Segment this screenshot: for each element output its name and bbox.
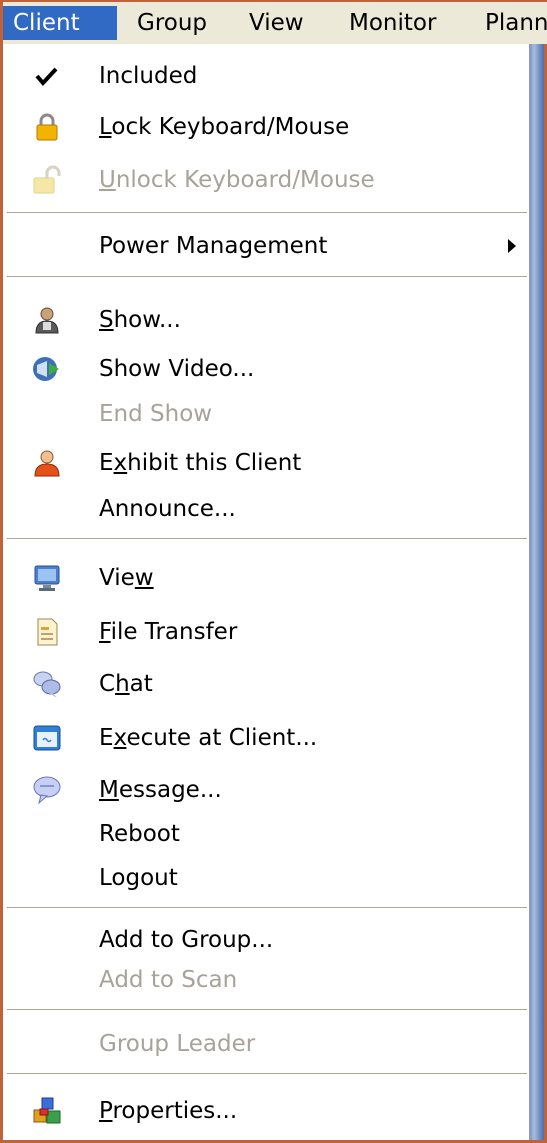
menu-item-view[interactable]: View <box>3 556 530 600</box>
menu-item-label: Group Leader <box>99 1031 256 1057</box>
menu-separator <box>7 276 527 278</box>
padlock-icon <box>31 111 63 143</box>
menu-item-logout[interactable]: Logout <box>3 856 530 900</box>
menu-planner[interactable]: Plann <box>475 6 547 40</box>
menu-item-label: Add to Group... <box>99 927 274 953</box>
menu-item-label: Properties... <box>99 1098 238 1124</box>
menu-item-label: Exhibit this Client <box>99 450 302 476</box>
menu-item-end-show: End Show <box>3 392 530 436</box>
menu-item-label: Lock Keyboard/Mouse <box>99 114 350 140</box>
background-window-edge <box>530 44 544 1140</box>
menu-item-group-leader: Group Leader <box>3 1022 530 1066</box>
menu-item-label: Unlock Keyboard/Mouse <box>99 167 375 193</box>
menu-item-label: Power Management <box>99 233 328 259</box>
menu-item-unlock-keyboard-mouse: Unlock Keyboard/Mouse <box>3 158 530 202</box>
menu-group[interactable]: Group <box>127 6 217 40</box>
menu-monitor[interactable]: Monitor <box>339 6 446 40</box>
menu-item-show[interactable]: Show... <box>3 298 530 342</box>
menu-item-label: Add to Scan <box>99 967 238 993</box>
menu-bar: Client Group View Monitor Plann <box>3 0 547 44</box>
monitor-icon <box>31 562 63 594</box>
menu-separator <box>7 538 527 540</box>
menu-item-included[interactable]: Included <box>3 54 530 98</box>
chat-bubbles-icon <box>31 668 63 700</box>
menu-item-label: Execute at Client... <box>99 725 318 751</box>
menu-item-label: Message... <box>99 777 222 803</box>
menu-item-file-transfer[interactable]: File Transfer <box>3 610 530 654</box>
unlocked-padlock-icon <box>31 164 63 196</box>
menu-item-label: Announce... <box>99 496 236 522</box>
client-dropdown-menu: Included Lock Keyboard/Mouse Unlock Keyb… <box>3 44 530 1140</box>
menu-item-execute-at-client[interactable]: Execute at Client... <box>3 716 530 760</box>
menu-item-label: Show... <box>99 307 181 333</box>
menu-item-label: Show Video... <box>99 356 255 382</box>
menu-separator <box>7 907 527 909</box>
menu-item-message[interactable]: Message... <box>3 768 530 812</box>
menu-item-add-to-scan: Add to Scan <box>3 958 530 1002</box>
video-icon <box>31 353 63 385</box>
menu-item-power-management[interactable]: Power Management <box>3 224 530 268</box>
menu-separator <box>7 1009 527 1011</box>
menu-item-label: Reboot <box>99 821 180 847</box>
document-icon <box>31 616 63 648</box>
menu-item-add-to-group[interactable]: Add to Group... <box>3 918 530 962</box>
menu-item-label: Logout <box>99 865 178 891</box>
menu-item-label: View <box>99 565 154 591</box>
menu-item-label: File Transfer <box>99 619 238 645</box>
window-execute-icon <box>31 722 63 754</box>
menu-item-chat[interactable]: Chat <box>3 662 530 706</box>
menu-item-reboot[interactable]: Reboot <box>3 812 530 856</box>
submenu-arrow-icon <box>508 239 516 253</box>
presenter-icon <box>31 304 63 336</box>
menu-item-properties[interactable]: Properties... <box>3 1089 530 1133</box>
menu-item-show-video[interactable]: Show Video... <box>3 347 530 391</box>
user-icon <box>31 447 63 479</box>
checkmark-icon <box>31 60 63 92</box>
menu-separator <box>7 212 527 214</box>
menu-item-lock-keyboard-mouse[interactable]: Lock Keyboard/Mouse <box>3 105 530 149</box>
menu-item-exhibit-client[interactable]: Exhibit this Client <box>3 441 530 485</box>
menu-separator <box>7 1073 527 1075</box>
speech-bubble-icon <box>31 774 63 806</box>
properties-blocks-icon <box>31 1095 63 1127</box>
menu-item-label: End Show <box>99 401 213 427</box>
menu-client[interactable]: Client <box>3 6 117 40</box>
menu-item-label: Chat <box>99 671 153 697</box>
menu-view[interactable]: View <box>239 6 314 40</box>
menu-item-label: Included <box>99 63 198 89</box>
menu-item-announce[interactable]: Announce... <box>3 487 530 531</box>
